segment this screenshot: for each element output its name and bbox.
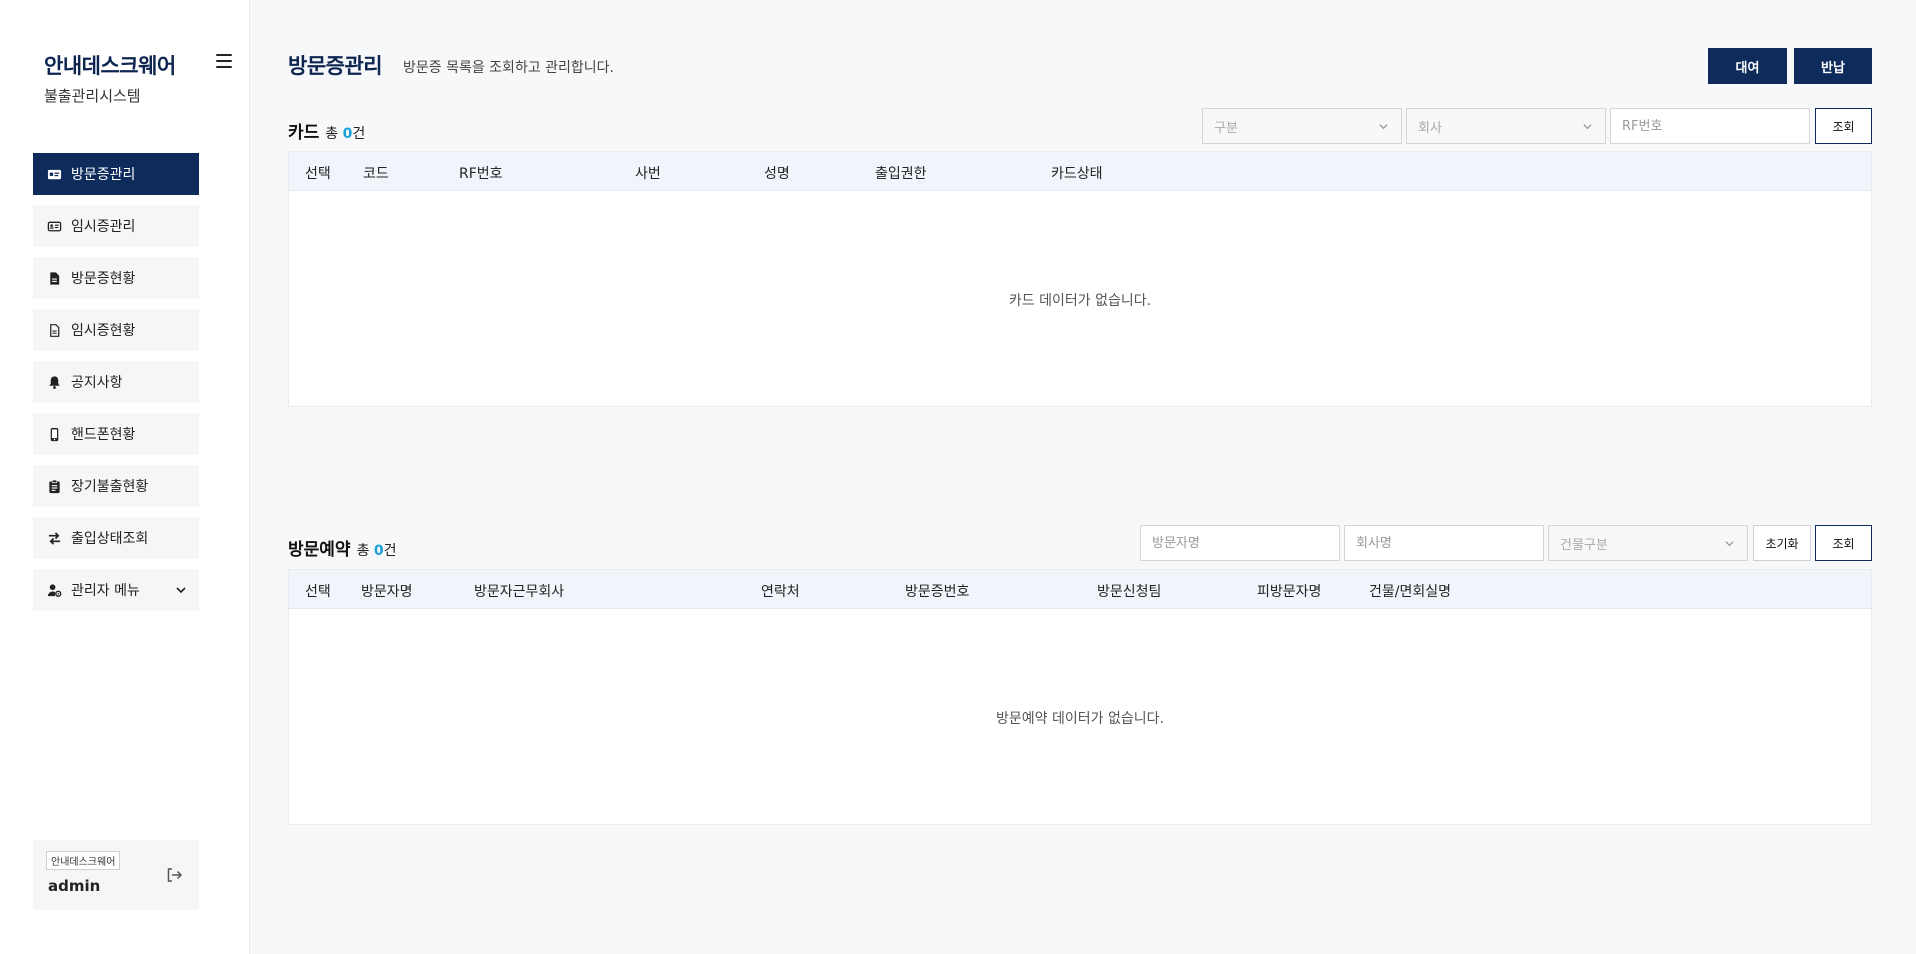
chevron-down-icon bbox=[1379, 124, 1388, 130]
return-button[interactable]: 반납 bbox=[1794, 48, 1872, 84]
sidebar-item-notices[interactable]: 공지사항 bbox=[33, 361, 199, 403]
logout-icon[interactable] bbox=[165, 866, 183, 884]
card-search-button[interactable]: 조회 bbox=[1815, 108, 1872, 144]
user-gear-icon bbox=[46, 582, 62, 598]
reservation-search-button[interactable]: 조회 bbox=[1815, 525, 1872, 561]
clipboard-icon bbox=[46, 478, 62, 494]
column-header: 방문자근무회사 bbox=[474, 584, 565, 600]
column-header: 방문자명 bbox=[361, 584, 413, 600]
exchange-arrows-icon bbox=[46, 530, 62, 546]
bell-icon bbox=[46, 374, 62, 390]
user-info: 안내데스크웨어 admin bbox=[33, 840, 199, 910]
card-count-prefix: 총 bbox=[325, 126, 339, 142]
column-header: 건물/면회실명 bbox=[1369, 584, 1451, 600]
chevron-down-icon bbox=[1725, 541, 1734, 547]
id-card-outline-icon bbox=[46, 218, 62, 234]
sidebar: 안내데스크웨어 불출관리시스템 방문증관리 임시증관리 방문증현황 임시증현황 bbox=[0, 0, 250, 954]
card-empty-message: 카드 데이터가 없습니다. bbox=[1008, 293, 1152, 309]
reservation-section-title: 방문예약 총 0건 bbox=[288, 535, 397, 560]
document-icon bbox=[46, 270, 62, 286]
reset-button[interactable]: 초기화 bbox=[1753, 525, 1811, 561]
brand-subtitle: 불출관리시스템 bbox=[44, 87, 141, 105]
sidebar-item-temp-pass-status[interactable]: 임시증현황 bbox=[33, 309, 199, 351]
reservation-count-prefix: 총 bbox=[356, 543, 370, 559]
rent-button[interactable]: 대여 bbox=[1708, 48, 1787, 84]
sidebar-item-temp-pass-management[interactable]: 임시증관리 bbox=[33, 205, 199, 247]
card-count-number: 0 bbox=[342, 126, 353, 142]
sidebar-item-label: 방문증관리 bbox=[71, 167, 136, 183]
column-header: 방문증번호 bbox=[905, 584, 970, 600]
company-select-value: 회사 bbox=[1418, 120, 1442, 136]
category-select-value: 구분 bbox=[1214, 120, 1238, 136]
reservation-table: 선택 방문자명 방문자근무회사 연락처 방문증번호 방문신청팀 피방문자명 건물… bbox=[288, 569, 1872, 825]
column-header: 방문신청팀 bbox=[1097, 584, 1162, 600]
card-section-title: 카드 총 0건 bbox=[288, 118, 365, 143]
column-header: 사번 bbox=[635, 166, 661, 182]
id-card-icon bbox=[46, 166, 62, 182]
sidebar-item-label: 출입상태조회 bbox=[71, 531, 149, 547]
sidebar-item-access-status[interactable]: 출입상태조회 bbox=[33, 517, 199, 559]
sidebar-item-label: 방문증현황 bbox=[71, 271, 136, 287]
reservation-count-number: 0 bbox=[373, 543, 384, 559]
sidebar-item-label: 관리자 메뉴 bbox=[71, 583, 140, 599]
column-header: RF번호 bbox=[459, 166, 503, 182]
card-count-suffix: 건 bbox=[352, 126, 366, 142]
column-header: 코드 bbox=[363, 166, 389, 182]
document-outline-icon bbox=[46, 322, 62, 338]
card-section-label: 카드 bbox=[288, 123, 320, 143]
sidebar-item-label: 공지사항 bbox=[71, 375, 123, 391]
column-header: 피방문자명 bbox=[1257, 584, 1322, 600]
building-select[interactable]: 건물구분 bbox=[1548, 525, 1748, 561]
page-title: 방문증관리 bbox=[288, 54, 383, 78]
sidebar-item-admin-menu[interactable]: 관리자 메뉴 bbox=[33, 569, 199, 611]
brand-title: 안내데스크웨어 bbox=[44, 54, 176, 78]
column-header: 카드상태 bbox=[1051, 166, 1103, 182]
sidebar-item-label: 핸드폰현황 bbox=[71, 427, 136, 443]
rf-number-input[interactable] bbox=[1610, 108, 1810, 144]
sidebar-item-label: 임시증현황 bbox=[71, 323, 136, 339]
mobile-phone-icon bbox=[46, 426, 62, 442]
reservation-section-label: 방문예약 bbox=[288, 540, 351, 560]
sidebar-nav: 방문증관리 임시증관리 방문증현황 임시증현황 공지사항 핸드폰현황 장기불출현… bbox=[33, 153, 199, 621]
hamburger-menu-icon[interactable] bbox=[216, 54, 232, 68]
reservation-count: 총 0건 bbox=[357, 543, 397, 559]
sidebar-item-label: 임시증관리 bbox=[71, 219, 136, 235]
card-table-header: 선택 코드 RF번호 사번 성명 출입권한 카드상태 bbox=[289, 152, 1871, 191]
card-count: 총 0건 bbox=[325, 126, 365, 142]
user-org-badge: 안내데스크웨어 bbox=[46, 851, 121, 870]
company-select[interactable]: 회사 bbox=[1406, 108, 1606, 144]
sidebar-item-visitor-pass-management[interactable]: 방문증관리 bbox=[33, 153, 199, 195]
page-description: 방문증 목록을 조회하고 관리합니다. bbox=[403, 60, 614, 76]
sidebar-item-phone-status[interactable]: 핸드폰현황 bbox=[33, 413, 199, 455]
sidebar-item-visitor-pass-status[interactable]: 방문증현황 bbox=[33, 257, 199, 299]
column-header: 성명 bbox=[764, 166, 790, 182]
column-header: 선택 bbox=[305, 584, 331, 600]
user-name: admin bbox=[48, 877, 101, 895]
reservation-count-suffix: 건 bbox=[383, 543, 397, 559]
reservation-empty-message: 방문예약 데이터가 없습니다. bbox=[996, 711, 1164, 727]
chevron-down-icon bbox=[1583, 124, 1592, 130]
visitor-name-input[interactable] bbox=[1140, 525, 1340, 561]
building-select-value: 건물구분 bbox=[1560, 537, 1608, 553]
column-header: 출입권한 bbox=[875, 166, 927, 182]
column-header: 연락처 bbox=[761, 584, 800, 600]
category-select[interactable]: 구분 bbox=[1202, 108, 1402, 144]
column-header: 선택 bbox=[305, 166, 331, 182]
reservation-table-header: 선택 방문자명 방문자근무회사 연락처 방문증번호 방문신청팀 피방문자명 건물… bbox=[289, 570, 1871, 609]
chevron-down-icon bbox=[176, 587, 186, 594]
card-table: 선택 코드 RF번호 사번 성명 출입권한 카드상태 카드 데이터가 없습니다. bbox=[288, 151, 1872, 407]
company-name-input[interactable] bbox=[1344, 525, 1544, 561]
sidebar-item-label: 장기불출현황 bbox=[71, 479, 149, 495]
sidebar-item-long-term-status[interactable]: 장기불출현황 bbox=[33, 465, 199, 507]
